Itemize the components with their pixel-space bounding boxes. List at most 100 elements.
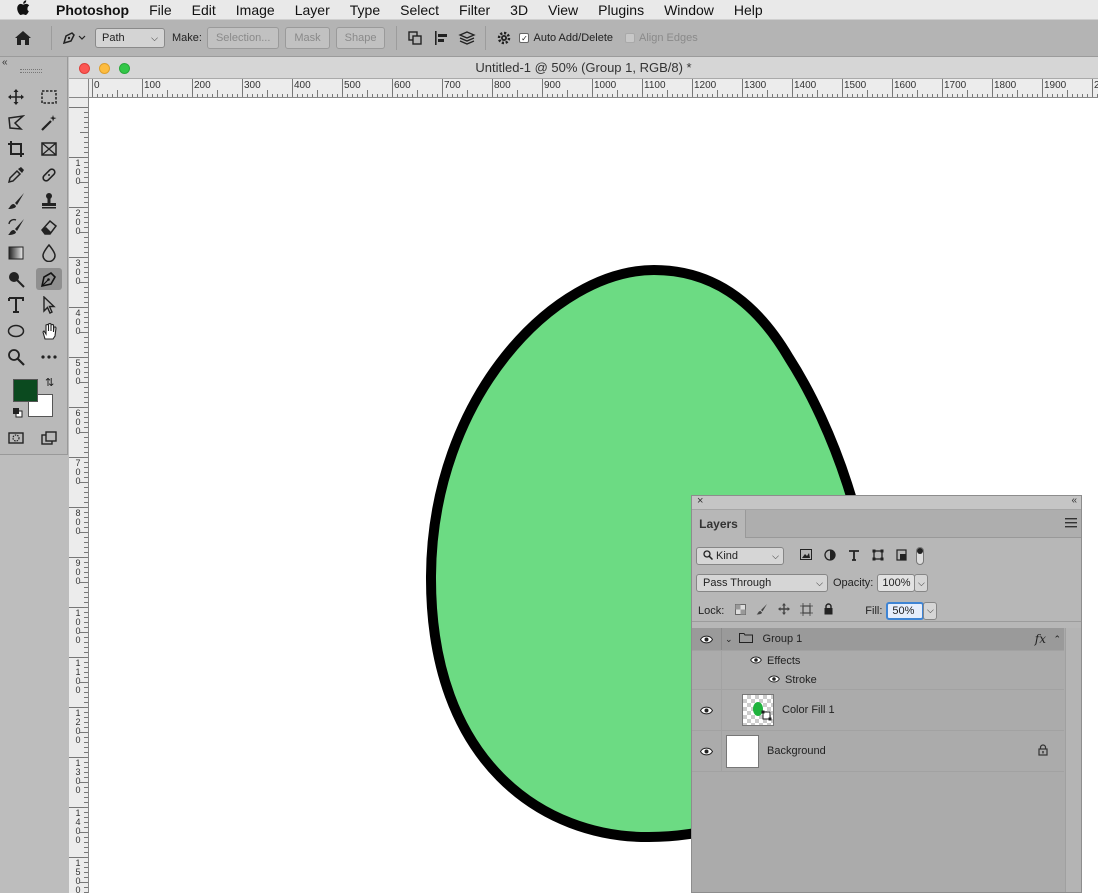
make-mask-button[interactable]: Mask xyxy=(285,27,330,49)
marquee-tool-icon[interactable] xyxy=(36,86,62,108)
filter-kind-select[interactable]: Kind ⌵ xyxy=(696,547,784,565)
close-window-button[interactable] xyxy=(79,63,90,74)
panel-menu-icon[interactable] xyxy=(1065,518,1077,528)
menu-view[interactable]: View xyxy=(538,0,588,20)
gear-icon[interactable] xyxy=(491,25,517,51)
fill-input[interactable]: 50% xyxy=(886,601,925,620)
magic-wand-tool-icon[interactable] xyxy=(36,112,62,134)
screen-mode-icon[interactable] xyxy=(36,427,62,449)
make-selection-button[interactable]: Selection... xyxy=(206,27,280,49)
collapse-panel-icon[interactable]: « xyxy=(1071,495,1077,506)
visibility-eye-icon[interactable] xyxy=(692,690,722,730)
layer-effects-fx-icon[interactable]: fx xyxy=(1035,632,1046,646)
lock-artboard-icon[interactable] xyxy=(800,602,814,619)
opacity-input[interactable]: 100% xyxy=(877,574,916,592)
layer-name-color-fill-1[interactable]: Color Fill 1 xyxy=(782,704,835,716)
path-operations-icon[interactable] xyxy=(402,25,428,51)
collapse-effects-chevron-icon[interactable]: ⌃ xyxy=(1053,634,1061,645)
visibility-eye-icon[interactable] xyxy=(692,628,722,650)
filter-adjustment-layers-icon[interactable] xyxy=(824,548,836,564)
auto-add-delete-checkbox[interactable]: ✓ Auto Add/Delete xyxy=(519,32,613,44)
menu-select[interactable]: Select xyxy=(390,0,449,20)
frame-tool-icon[interactable] xyxy=(36,138,62,160)
zoom-window-button[interactable] xyxy=(119,63,130,74)
filter-pixel-layers-icon[interactable] xyxy=(800,549,812,563)
home-icon[interactable] xyxy=(0,25,46,51)
lasso-tool-icon[interactable] xyxy=(3,112,29,134)
layer-name-group-1[interactable]: Group 1 xyxy=(763,633,803,645)
eyedropper-tool-icon[interactable] xyxy=(3,164,29,186)
visibility-eye-icon[interactable] xyxy=(692,731,722,771)
vertical-ruler[interactable]: 1 0 0 2 0 0 3 0 0 4 0 0 5 0 0 6 0 0 7 0 0 8 0 0… xyxy=(69,98,89,893)
foreground-color-swatch[interactable] xyxy=(13,379,38,402)
layer-name-background[interactable]: Background xyxy=(767,745,826,757)
menu-3d[interactable]: 3D xyxy=(500,0,538,20)
lock-position-icon[interactable] xyxy=(778,603,791,618)
lock-all-icon[interactable] xyxy=(823,603,834,618)
menu-help[interactable]: Help xyxy=(724,0,773,20)
menu-file[interactable]: File xyxy=(139,0,182,20)
menu-plugins[interactable]: Plugins xyxy=(588,0,654,20)
filter-shape-layers-icon[interactable] xyxy=(872,549,884,564)
tool-mode-select[interactable]: Path ⌵ xyxy=(95,28,165,48)
layer-effects-row[interactable]: Effects xyxy=(692,651,1064,670)
effects-visibility-eye-icon[interactable] xyxy=(750,655,762,667)
gradient-tool-icon[interactable] xyxy=(3,242,29,264)
expand-group-chevron-icon[interactable]: ⌄ xyxy=(725,634,733,645)
blend-mode-select[interactable]: Pass Through ⌵ xyxy=(696,574,828,592)
path-arrangement-icon[interactable] xyxy=(454,25,480,51)
layer-row-color-fill-1[interactable]: Color Fill 1 xyxy=(692,690,1064,731)
apple-menu-icon[interactable] xyxy=(0,0,46,20)
close-panel-icon[interactable]: × xyxy=(697,495,703,507)
ellipse-tool-icon[interactable] xyxy=(3,320,29,342)
type-tool-icon[interactable] xyxy=(3,294,29,316)
tab-layers[interactable]: Layers xyxy=(692,510,746,538)
path-alignment-icon[interactable] xyxy=(428,25,454,51)
filter-toggle-switch[interactable] xyxy=(916,547,924,565)
stroke-visibility-eye-icon[interactable] xyxy=(768,674,780,686)
filter-smart-objects-icon[interactable] xyxy=(896,548,908,564)
more-tools-icon[interactable] xyxy=(36,346,62,368)
horizontal-ruler[interactable]: 0 100 200 300 400 500 600 700 800 900 1000 1100 1200… xyxy=(89,79,1098,98)
layer-row-background[interactable]: Background xyxy=(692,731,1064,772)
crop-tool-icon[interactable] xyxy=(3,138,29,160)
layer-row-group-1[interactable]: ⌄ Group 1 fx ⌃ xyxy=(692,628,1064,651)
layer-effect-stroke-row[interactable]: Stroke xyxy=(692,670,1064,690)
swap-colors-icon[interactable]: ⇅ xyxy=(45,376,54,389)
layers-scrollbar[interactable] xyxy=(1065,628,1081,892)
default-colors-icon[interactable] xyxy=(12,407,24,422)
menu-image[interactable]: Image xyxy=(226,0,285,20)
minimize-window-button[interactable] xyxy=(99,63,110,74)
lock-image-pixels-icon[interactable] xyxy=(756,603,768,618)
opacity-slider-toggle[interactable]: ⌵ xyxy=(914,574,929,592)
ruler-origin[interactable] xyxy=(69,79,89,98)
fill-slider-toggle[interactable]: ⌵ xyxy=(923,601,938,620)
healing-brush-tool-icon[interactable] xyxy=(36,164,62,186)
document-title-bar[interactable]: Untitled-1 @ 50% (Group 1, RGB/8) * xyxy=(69,57,1098,79)
layer-lock-icon[interactable] xyxy=(1038,743,1048,759)
filter-type-layers-icon[interactable] xyxy=(848,549,860,564)
path-selection-tool-icon[interactable] xyxy=(36,294,62,316)
lock-transparent-pixels-icon[interactable] xyxy=(735,603,747,618)
panel-grip[interactable] xyxy=(20,69,42,73)
move-tool-icon[interactable] xyxy=(3,86,29,108)
brush-tool-icon[interactable] xyxy=(3,190,29,212)
menu-app-photoshop[interactable]: Photoshop xyxy=(46,0,139,20)
quick-mask-icon[interactable] xyxy=(3,427,29,449)
menu-filter[interactable]: Filter xyxy=(449,0,500,20)
pen-tool-preset-picker[interactable] xyxy=(57,25,91,51)
menu-window[interactable]: Window xyxy=(654,0,724,20)
blur-tool-icon[interactable] xyxy=(36,242,62,264)
dodge-tool-icon[interactable] xyxy=(3,268,29,290)
pen-tool-icon[interactable] xyxy=(36,268,62,290)
menu-type[interactable]: Type xyxy=(340,0,390,20)
clone-stamp-tool-icon[interactable] xyxy=(36,190,62,212)
zoom-tool-icon[interactable] xyxy=(3,346,29,368)
eraser-tool-icon[interactable] xyxy=(36,216,62,238)
make-shape-button[interactable]: Shape xyxy=(335,27,386,49)
menu-edit[interactable]: Edit xyxy=(182,0,226,20)
hand-tool-icon[interactable] xyxy=(36,320,62,342)
menu-layer[interactable]: Layer xyxy=(285,0,340,20)
align-edges-checkbox[interactable]: Align Edges xyxy=(625,32,698,44)
history-brush-tool-icon[interactable] xyxy=(3,216,29,238)
